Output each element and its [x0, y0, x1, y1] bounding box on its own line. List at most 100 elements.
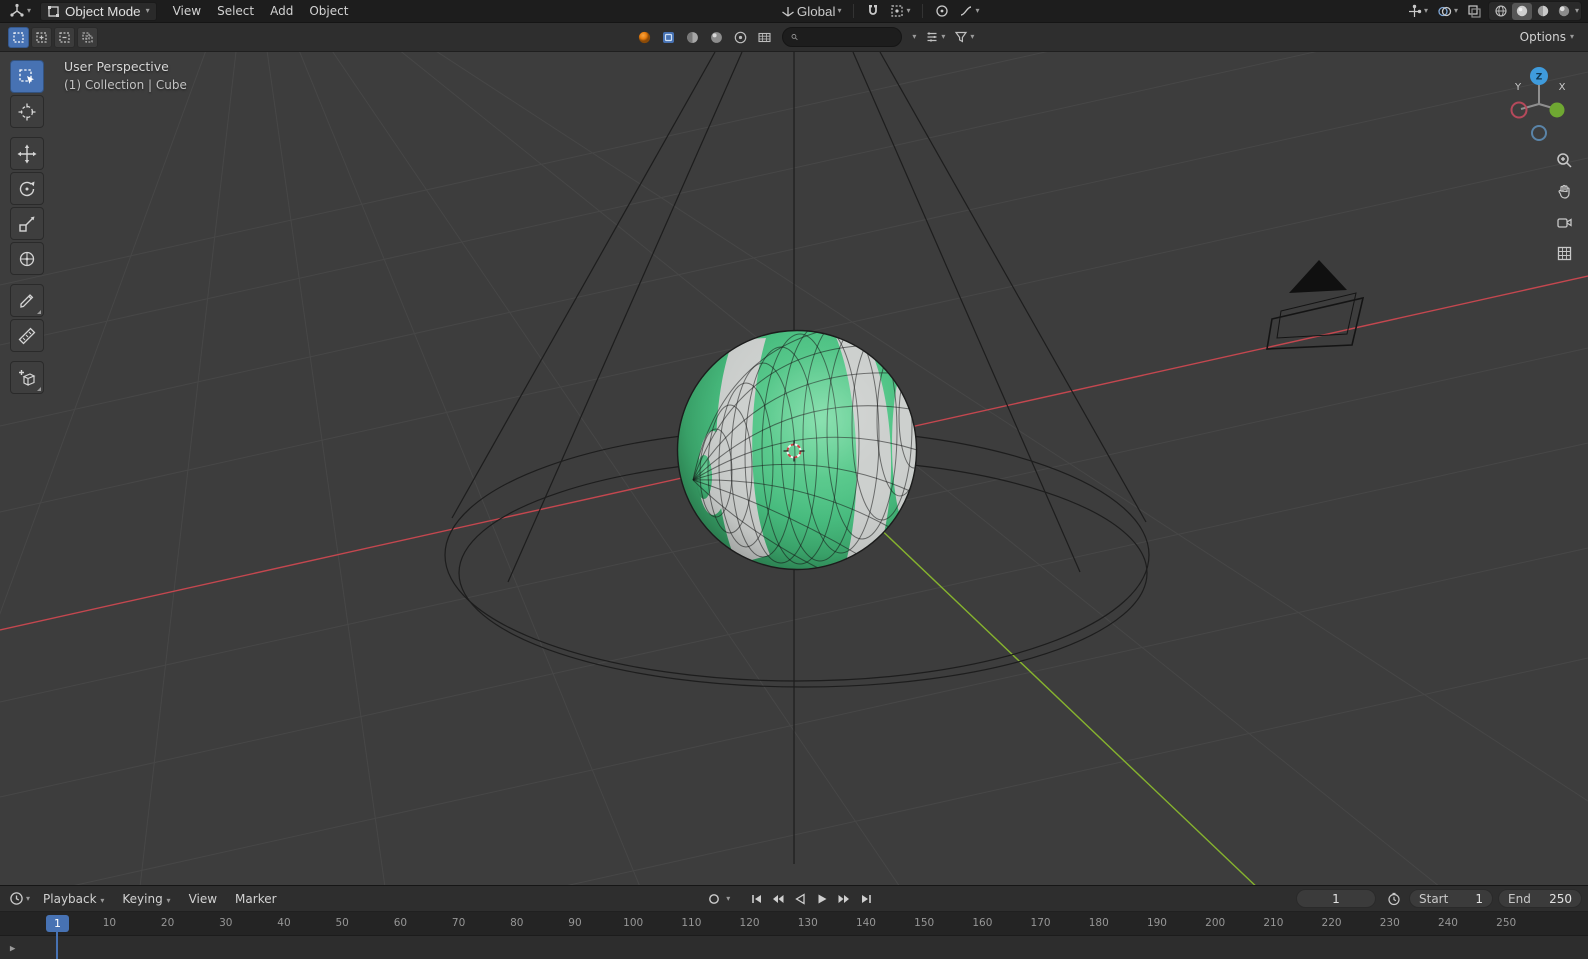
pan-hand-button[interactable] [1552, 179, 1576, 203]
tool-measure[interactable] [10, 319, 44, 352]
show-gizmo-dropdown[interactable]: ▾ [1404, 1, 1431, 21]
menu-add[interactable]: Add [262, 2, 301, 20]
menu-keying[interactable]: Keying ▾ [114, 890, 178, 908]
menu-select[interactable]: Select [209, 2, 262, 20]
mode-dropdown[interactable]: Object Mode ▾ [40, 1, 157, 21]
annotate-tool-icon [20, 293, 34, 308]
scene-canvas[interactable] [0, 52, 1588, 885]
chevron-down-icon: ▾ [912, 32, 917, 41]
filter-funnel-icon [955, 31, 968, 43]
search-input[interactable] [803, 30, 894, 44]
search-options-dropdown[interactable]: ▾ [909, 27, 919, 47]
mode-label: Object Mode [65, 3, 141, 19]
ortho-toggle-button[interactable] [1552, 241, 1576, 265]
menu-view[interactable]: View [165, 2, 209, 20]
options-dropdown[interactable]: Options ▾ [1514, 27, 1580, 47]
material-preview-button[interactable] [634, 27, 655, 47]
select-mode-subtract[interactable] [54, 26, 75, 48]
camera-view-icon [1556, 217, 1572, 228]
chevron-down-icon: ▾ [941, 32, 946, 41]
clock-icon [1388, 892, 1400, 905]
proportional-edit-toggle[interactable] [932, 1, 952, 21]
gizmo-x-neg-axis[interactable] [1510, 101, 1528, 119]
snap-toggle[interactable] [863, 1, 883, 21]
material-ball-icon [639, 31, 651, 43]
tool-add-cube[interactable] [10, 361, 44, 394]
zoom-icon [1556, 152, 1572, 168]
gizmo-z-neg-axis[interactable] [1531, 125, 1547, 141]
wireframe-shading-button[interactable] [1491, 3, 1511, 20]
falloff-dropdown[interactable]: ▾ [956, 1, 982, 21]
start-label: Start [1419, 891, 1449, 906]
preview-range-button[interactable] [1384, 889, 1404, 909]
timeline-ruler[interactable]: 10 20 30 40 50 60 70 80 90 100 110 120 130 140 150 160 1… [0, 912, 1588, 936]
timeline-editor: ▾ Playback ▾ Keying ▾ View Marker ▾ 1 St… [0, 885, 1588, 959]
jump-to-start-button[interactable] [746, 890, 766, 908]
menu-timeline-view[interactable]: View [181, 890, 225, 908]
navigation-gizmo[interactable]: Z Y X [1504, 62, 1574, 146]
rendered-shading-button[interactable] [1554, 3, 1574, 20]
display-mode-dropdown[interactable]: ▾ [922, 27, 948, 47]
start-frame-field[interactable]: Start 1 [1409, 889, 1493, 908]
camera-view-button[interactable] [1552, 210, 1576, 234]
world-button[interactable] [754, 27, 775, 47]
scene-lights-button[interactable] [730, 27, 751, 47]
selection-mode-icon [59, 31, 70, 43]
jump-to-end-button[interactable] [856, 890, 876, 908]
current-frame-field[interactable]: 1 [1296, 889, 1376, 908]
select-mode-extend[interactable] [31, 26, 52, 48]
solid-shading-button[interactable] [1511, 2, 1532, 20]
timeline-editor-selector[interactable]: ▾ [6, 889, 33, 909]
playhead-line[interactable] [56, 932, 58, 959]
tool-tweak-select[interactable] [10, 60, 44, 93]
search-box[interactable] [782, 27, 903, 47]
tool-cursor[interactable] [10, 95, 44, 128]
material-shading-button[interactable] [1533, 3, 1553, 20]
chevron-down-icon[interactable]: ▾ [1575, 7, 1579, 15]
end-frame-field[interactable]: End 250 [1498, 889, 1582, 908]
menu-marker[interactable]: Marker [227, 890, 284, 908]
ruler-tick: 170 [1030, 917, 1051, 929]
playhead[interactable]: 1 [46, 915, 69, 932]
next-keyframe-button[interactable] [834, 890, 854, 908]
camera-object[interactable] [1266, 260, 1365, 350]
editor-type-selector[interactable]: ▾ [6, 1, 34, 21]
viewport-3d[interactable]: User Perspective (1) Collection | Cube Z… [0, 52, 1588, 885]
viewport-tile-button[interactable] [658, 27, 679, 47]
show-overlays-dropdown[interactable]: ▾ [1434, 1, 1461, 21]
chevron-down-icon[interactable]: ▾ [726, 894, 730, 903]
menu-object[interactable]: Object [301, 2, 356, 20]
menu-playback[interactable]: Playback ▾ [35, 890, 112, 908]
select-mode-set[interactable] [8, 26, 29, 48]
auto-keyframe-button[interactable] [704, 890, 724, 908]
gizmo-y-axis[interactable] [1549, 102, 1565, 118]
snap-target-dropdown[interactable]: ▾ [887, 1, 913, 21]
ruler-tick: 70 [451, 917, 466, 929]
play-button[interactable] [812, 890, 832, 908]
end-label: End [1508, 891, 1531, 906]
material-shading-icon [1537, 5, 1549, 17]
timeline-body[interactable]: 10 20 30 40 50 60 70 80 90 100 110 120 130 140 150 160 1… [0, 912, 1588, 959]
channel-expand-icon[interactable]: ▶ [10, 943, 16, 951]
viewport-side-controls [1552, 148, 1576, 265]
tool-move[interactable] [10, 137, 44, 170]
orientation-dropdown[interactable]: Global ▾ [778, 1, 845, 21]
ruler-tick: 220 [1321, 917, 1342, 929]
zoom-button[interactable] [1552, 148, 1576, 172]
uv-sphere-object[interactable] [676, 321, 932, 571]
previous-keyframe-button[interactable] [768, 890, 788, 908]
tool-transform[interactable] [10, 242, 44, 275]
matcap-button[interactable] [682, 27, 703, 47]
select-mode-intersect[interactable] [77, 26, 98, 48]
timeline-track[interactable]: ▶ [0, 936, 1588, 959]
tool-rotate[interactable] [10, 172, 44, 205]
transport-controls: ▾ [285, 890, 1296, 908]
play-reverse-button[interactable] [790, 890, 810, 908]
tool-scale[interactable] [10, 207, 44, 240]
ruler-tick: 90 [568, 917, 582, 929]
ruler-tick: 30 [219, 917, 233, 929]
filter-dropdown[interactable]: ▾ [951, 27, 977, 47]
studiolight-button[interactable] [706, 27, 727, 47]
tool-annotate[interactable] [10, 284, 44, 317]
xray-toggle[interactable] [1464, 1, 1485, 21]
